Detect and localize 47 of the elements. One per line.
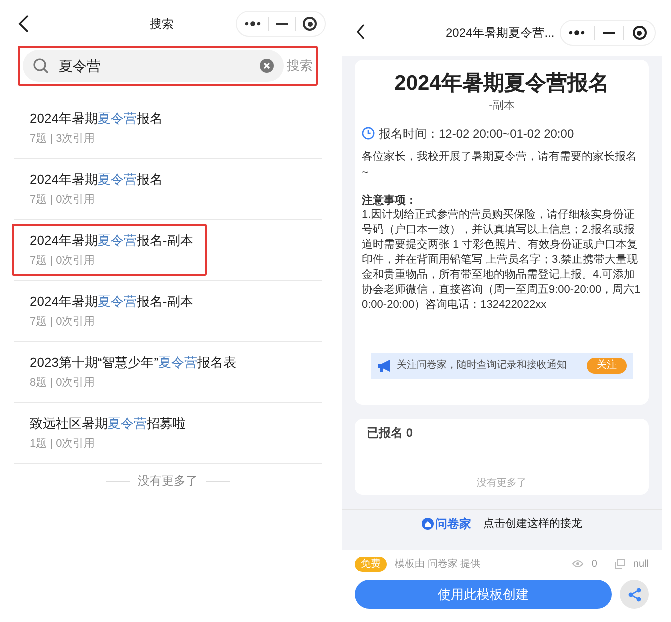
result-meta: 7题 | 0次引用 (30, 254, 96, 269)
result-meta: 7题 | 0次引用 (30, 192, 96, 208)
copy-icon (615, 559, 626, 569)
result-title[interactable]: 2024年暑期夏令营报名 (30, 108, 163, 129)
notes-text: 1.因计划给正式参营的营员购买保险，请仔细核实身份证号码（户口本一致），并认真填写以上信息；2.报名或报道时需要提交两张 1 寸彩色照片、有效身份证或户口本复印件，并在背面用铅笔写 上营员名字；3.禁止携带大量现金和贵重物品，所有带至地的物品需登记上报。4.可添加协会老师微信，直接咨询（周一至周五9:00-20:00，周六10:00-20:00）咨询电话：132422022xx (362, 208, 642, 312)
more-icon (569, 30, 586, 36)
eye-icon (572, 560, 584, 568)
result-title[interactable]: 2024年暑期夏令营报名-副本 (30, 230, 194, 251)
copy-count: null (633, 558, 649, 572)
result-meta: 1题 | 0次引用 (30, 436, 96, 452)
share-icon (628, 588, 642, 602)
capsule-menu[interactable] (560, 20, 656, 46)
notes-title: 注意事项： (362, 194, 418, 208)
result-title[interactable]: 2024年暑期夏令营报名 (30, 170, 163, 190)
house-icon (422, 518, 434, 530)
end-note: 没有更多了 (476, 476, 528, 490)
result-meta: 7题 | 3次引用 (30, 132, 96, 147)
share-button[interactable] (620, 580, 649, 609)
brand-name: 问卷家 (436, 516, 472, 533)
clock-icon (362, 127, 375, 140)
back-icon[interactable] (356, 24, 366, 40)
result-meta: 8题 | 0次引用 (30, 376, 96, 391)
capsule-menu[interactable] (236, 11, 326, 37)
view-count: 0 (592, 558, 598, 572)
megaphone-icon (377, 358, 393, 372)
free-badge: 免费 (355, 556, 387, 572)
intro-text: 各位家长，我校开展了暑期夏令营，请有需要的家长报名~ (362, 150, 638, 180)
end-note: 没有更多了 (138, 473, 198, 490)
result-meta: 7题 | 0次引用 (30, 314, 96, 330)
page-title: 搜索 (150, 16, 174, 33)
back-icon[interactable] (18, 15, 30, 33)
footer-text: 点击创建这样的接龙 (484, 516, 582, 532)
form-subtitle: -副本 (488, 99, 516, 114)
signup-time: 报名时间：12-02 20:00~01-02 20:00 (379, 126, 574, 142)
follow-text: 关注问卷家，随时查询记录和接收通知 (397, 358, 568, 373)
search-field[interactable]: 夏令营 (23, 50, 284, 82)
clear-icon[interactable] (260, 59, 274, 73)
result-title[interactable]: 2023第十期“智慧少年”夏令营报名表 (30, 352, 237, 373)
form-heading: 2024年暑期夏令营报名 (394, 71, 610, 97)
result-title[interactable]: 2024年暑期夏令营报名-副本 (30, 292, 194, 312)
provider-text: 模板由 问卷家 提供 (395, 558, 482, 572)
signups-count: 已报名 0 (367, 424, 414, 442)
result-title[interactable]: 致远社区暑期夏令营招募啦 (30, 414, 186, 434)
use-template-button[interactable]: 使用此模板创建 (355, 580, 612, 609)
search-icon (33, 58, 49, 74)
page-title: 2024年暑期夏令营... (446, 25, 555, 42)
more-icon (244, 21, 261, 27)
